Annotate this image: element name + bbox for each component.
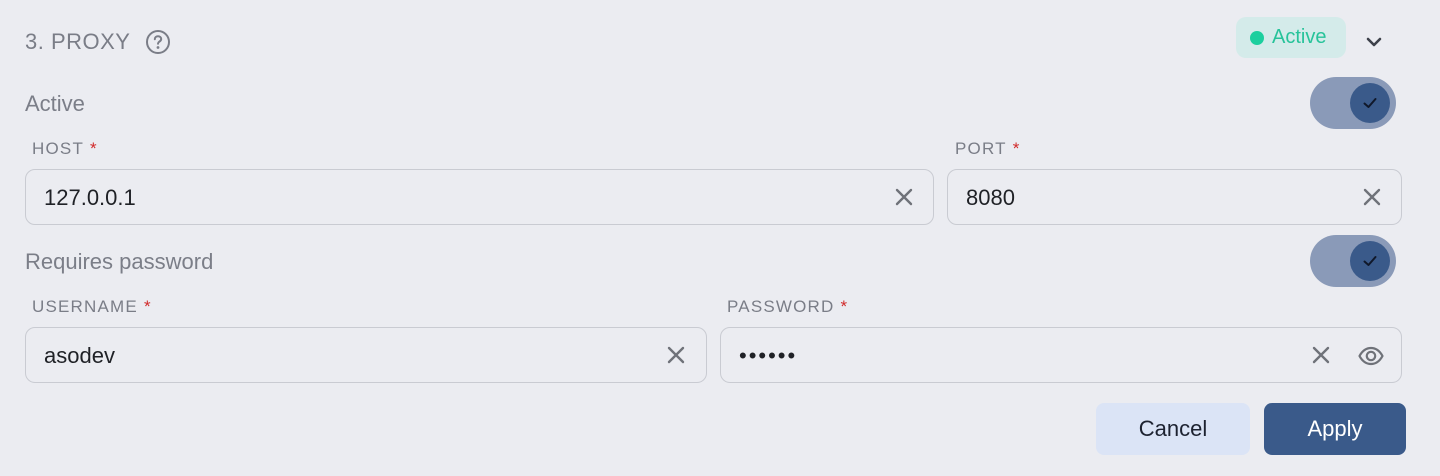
- required-mark: *: [1012, 139, 1021, 158]
- eye-icon[interactable]: [1357, 342, 1385, 370]
- password-label-text: PASSWORD: [727, 297, 835, 316]
- password-label: PASSWORD *: [727, 297, 848, 317]
- host-label-text: HOST: [32, 139, 85, 158]
- port-label-text: PORT: [955, 139, 1007, 158]
- username-label: USERNAME *: [32, 297, 152, 317]
- port-label: PORT *: [955, 139, 1021, 159]
- toggle-knob: [1350, 241, 1390, 281]
- required-mark: *: [90, 139, 98, 158]
- host-value[interactable]: 127.0.0.1: [44, 170, 136, 226]
- username-input[interactable]: asodev: [25, 327, 707, 383]
- toggle-knob: [1350, 83, 1390, 123]
- section-title: 3. PROXY: [25, 29, 131, 54]
- close-icon[interactable]: [1361, 186, 1383, 208]
- port-value[interactable]: 8080: [966, 170, 1015, 226]
- apply-button[interactable]: Apply: [1264, 403, 1406, 455]
- proxy-settings-panel: 3. PROXY Active Active HOST * 127.0.0.1 P…: [0, 0, 1440, 476]
- requires-password-label: Requires password: [25, 249, 214, 274]
- username-value[interactable]: asodev: [44, 328, 115, 384]
- password-value[interactable]: ••••••: [739, 328, 797, 384]
- help-circle-icon[interactable]: [145, 29, 171, 55]
- active-toggle-label: Active: [25, 91, 85, 116]
- host-label: HOST *: [32, 139, 98, 159]
- cancel-button[interactable]: Cancel: [1096, 403, 1250, 455]
- chevron-down-icon[interactable]: [1362, 30, 1386, 54]
- status-label: Active: [1272, 26, 1327, 48]
- close-icon[interactable]: [893, 186, 915, 208]
- status-dot: [1250, 30, 1264, 45]
- username-label-text: USERNAME: [32, 297, 138, 316]
- port-input[interactable]: 8080: [947, 169, 1402, 225]
- host-input[interactable]: 127.0.0.1: [25, 169, 934, 225]
- check-icon: [1363, 98, 1377, 108]
- active-toggle[interactable]: [1310, 77, 1396, 129]
- close-icon[interactable]: [1310, 344, 1332, 366]
- password-input[interactable]: ••••••: [720, 327, 1402, 383]
- status-badge: Active: [1236, 17, 1346, 58]
- required-mark: *: [143, 297, 152, 316]
- required-mark: *: [840, 297, 849, 316]
- requires-password-toggle[interactable]: [1310, 235, 1396, 287]
- check-icon: [1363, 256, 1377, 266]
- close-icon[interactable]: [665, 344, 687, 366]
